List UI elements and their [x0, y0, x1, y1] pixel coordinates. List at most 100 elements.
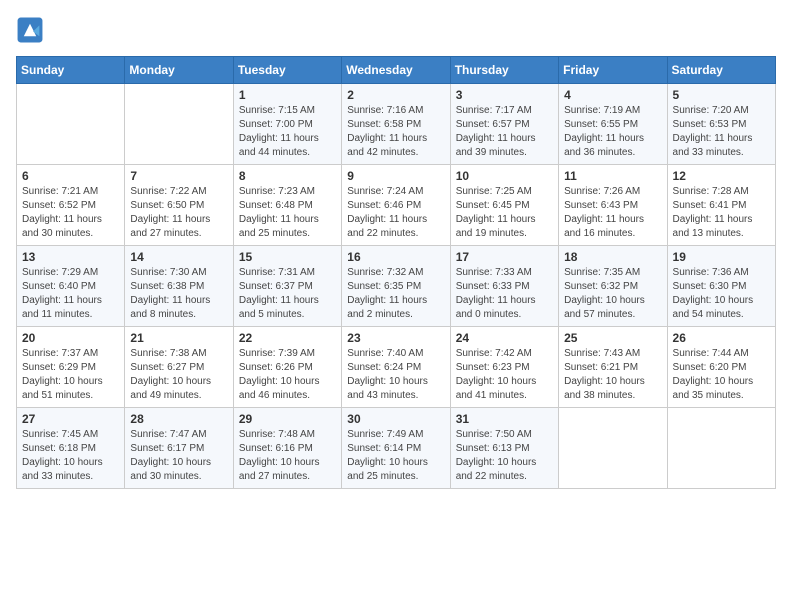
day-info: Sunrise: 7:29 AM Sunset: 6:40 PM Dayligh… [22, 266, 119, 322]
day-number: 5 [673, 88, 770, 102]
day-info: Sunrise: 7:36 AM Sunset: 6:30 PM Dayligh… [673, 266, 770, 322]
day-info: Sunrise: 7:24 AM Sunset: 6:46 PM Dayligh… [347, 185, 444, 241]
day-number: 30 [347, 412, 444, 426]
page-header [16, 16, 776, 44]
calendar-cell: 5 Sunrise: 7:20 AM Sunset: 6:53 PM Daylig… [667, 84, 775, 165]
day-number: 20 [22, 331, 119, 345]
day-info: Sunrise: 7:28 AM Sunset: 6:41 PM Dayligh… [673, 185, 770, 241]
calendar-cell [559, 408, 667, 489]
day-number: 13 [22, 250, 119, 264]
calendar-week-5: 27 Sunrise: 7:45 AM Sunset: 6:18 PM Dayli… [17, 408, 776, 489]
calendar-cell: 27 Sunrise: 7:45 AM Sunset: 6:18 PM Dayli… [17, 408, 125, 489]
day-number: 27 [22, 412, 119, 426]
day-number: 17 [456, 250, 553, 264]
day-number: 16 [347, 250, 444, 264]
day-info: Sunrise: 7:44 AM Sunset: 6:20 PM Dayligh… [673, 347, 770, 403]
calendar-cell: 11 Sunrise: 7:26 AM Sunset: 6:43 PM Dayli… [559, 165, 667, 246]
day-number: 23 [347, 331, 444, 345]
column-header-saturday: Saturday [667, 57, 775, 84]
day-info: Sunrise: 7:50 AM Sunset: 6:13 PM Dayligh… [456, 428, 553, 484]
day-number: 12 [673, 169, 770, 183]
day-number: 28 [130, 412, 227, 426]
day-info: Sunrise: 7:19 AM Sunset: 6:55 PM Dayligh… [564, 104, 661, 160]
calendar-cell: 25 Sunrise: 7:43 AM Sunset: 6:21 PM Dayli… [559, 327, 667, 408]
day-number: 10 [456, 169, 553, 183]
calendar-cell: 29 Sunrise: 7:48 AM Sunset: 6:16 PM Dayli… [233, 408, 341, 489]
day-number: 22 [239, 331, 336, 345]
day-info: Sunrise: 7:48 AM Sunset: 6:16 PM Dayligh… [239, 428, 336, 484]
calendar-cell [17, 84, 125, 165]
day-number: 1 [239, 88, 336, 102]
day-info: Sunrise: 7:49 AM Sunset: 6:14 PM Dayligh… [347, 428, 444, 484]
day-info: Sunrise: 7:33 AM Sunset: 6:33 PM Dayligh… [456, 266, 553, 322]
calendar-cell: 20 Sunrise: 7:37 AM Sunset: 6:29 PM Dayli… [17, 327, 125, 408]
day-info: Sunrise: 7:47 AM Sunset: 6:17 PM Dayligh… [130, 428, 227, 484]
calendar-cell: 3 Sunrise: 7:17 AM Sunset: 6:57 PM Daylig… [450, 84, 558, 165]
column-header-sunday: Sunday [17, 57, 125, 84]
day-info: Sunrise: 7:20 AM Sunset: 6:53 PM Dayligh… [673, 104, 770, 160]
day-info: Sunrise: 7:26 AM Sunset: 6:43 PM Dayligh… [564, 185, 661, 241]
day-number: 18 [564, 250, 661, 264]
calendar-header-row: SundayMondayTuesdayWednesdayThursdayFrid… [17, 57, 776, 84]
day-number: 2 [347, 88, 444, 102]
day-info: Sunrise: 7:16 AM Sunset: 6:58 PM Dayligh… [347, 104, 444, 160]
column-header-thursday: Thursday [450, 57, 558, 84]
day-info: Sunrise: 7:37 AM Sunset: 6:29 PM Dayligh… [22, 347, 119, 403]
calendar-cell: 17 Sunrise: 7:33 AM Sunset: 6:33 PM Dayli… [450, 246, 558, 327]
day-info: Sunrise: 7:21 AM Sunset: 6:52 PM Dayligh… [22, 185, 119, 241]
calendar-cell: 19 Sunrise: 7:36 AM Sunset: 6:30 PM Dayli… [667, 246, 775, 327]
day-number: 31 [456, 412, 553, 426]
column-header-wednesday: Wednesday [342, 57, 450, 84]
calendar-cell: 26 Sunrise: 7:44 AM Sunset: 6:20 PM Dayli… [667, 327, 775, 408]
column-header-tuesday: Tuesday [233, 57, 341, 84]
day-info: Sunrise: 7:38 AM Sunset: 6:27 PM Dayligh… [130, 347, 227, 403]
day-info: Sunrise: 7:23 AM Sunset: 6:48 PM Dayligh… [239, 185, 336, 241]
day-number: 3 [456, 88, 553, 102]
day-number: 7 [130, 169, 227, 183]
calendar-cell: 13 Sunrise: 7:29 AM Sunset: 6:40 PM Dayli… [17, 246, 125, 327]
calendar-cell: 10Sunrise: 7:25 AM Sunset: 6:45 PM Dayli… [450, 165, 558, 246]
day-info: Sunrise: 7:17 AM Sunset: 6:57 PM Dayligh… [456, 104, 553, 160]
day-info: Sunrise: 7:45 AM Sunset: 6:18 PM Dayligh… [22, 428, 119, 484]
day-number: 6 [22, 169, 119, 183]
day-info: Sunrise: 7:32 AM Sunset: 6:35 PM Dayligh… [347, 266, 444, 322]
day-info: Sunrise: 7:43 AM Sunset: 6:21 PM Dayligh… [564, 347, 661, 403]
logo-icon [16, 16, 44, 44]
day-number: 14 [130, 250, 227, 264]
day-number: 25 [564, 331, 661, 345]
day-number: 24 [456, 331, 553, 345]
calendar-cell: 1Sunrise: 7:15 AM Sunset: 7:00 PM Daylig… [233, 84, 341, 165]
calendar-cell: 22 Sunrise: 7:39 AM Sunset: 6:26 PM Dayli… [233, 327, 341, 408]
calendar-cell [125, 84, 233, 165]
calendar-cell: 15Sunrise: 7:31 AM Sunset: 6:37 PM Dayli… [233, 246, 341, 327]
calendar-cell: 14Sunrise: 7:30 AM Sunset: 6:38 PM Dayli… [125, 246, 233, 327]
calendar-cell: 6 Sunrise: 7:21 AM Sunset: 6:52 PM Daylig… [17, 165, 125, 246]
calendar-cell: 30 Sunrise: 7:49 AM Sunset: 6:14 PM Dayli… [342, 408, 450, 489]
column-header-friday: Friday [559, 57, 667, 84]
day-number: 21 [130, 331, 227, 345]
calendar-cell: 21 Sunrise: 7:38 AM Sunset: 6:27 PM Dayli… [125, 327, 233, 408]
day-number: 8 [239, 169, 336, 183]
calendar-cell: 23 Sunrise: 7:40 AM Sunset: 6:24 PM Dayli… [342, 327, 450, 408]
calendar-cell: 31 Sunrise: 7:50 AM Sunset: 6:13 PM Dayli… [450, 408, 558, 489]
day-info: Sunrise: 7:22 AM Sunset: 6:50 PM Dayligh… [130, 185, 227, 241]
calendar-table: SundayMondayTuesdayWednesdayThursdayFrid… [16, 56, 776, 489]
day-number: 9 [347, 169, 444, 183]
day-info: Sunrise: 7:40 AM Sunset: 6:24 PM Dayligh… [347, 347, 444, 403]
day-number: 11 [564, 169, 661, 183]
day-number: 4 [564, 88, 661, 102]
calendar-cell: 24Sunrise: 7:42 AM Sunset: 6:23 PM Dayli… [450, 327, 558, 408]
calendar-week-4: 20 Sunrise: 7:37 AM Sunset: 6:29 PM Dayli… [17, 327, 776, 408]
day-info: Sunrise: 7:35 AM Sunset: 6:32 PM Dayligh… [564, 266, 661, 322]
day-number: 15 [239, 250, 336, 264]
calendar-cell: 7 Sunrise: 7:22 AM Sunset: 6:50 PM Daylig… [125, 165, 233, 246]
calendar-cell: 4 Sunrise: 7:19 AM Sunset: 6:55 PM Daylig… [559, 84, 667, 165]
day-number: 29 [239, 412, 336, 426]
calendar-week-3: 13 Sunrise: 7:29 AM Sunset: 6:40 PM Dayli… [17, 246, 776, 327]
calendar-cell: 8 Sunrise: 7:23 AM Sunset: 6:48 PM Daylig… [233, 165, 341, 246]
calendar-cell: 12 Sunrise: 7:28 AM Sunset: 6:41 PM Dayli… [667, 165, 775, 246]
day-number: 26 [673, 331, 770, 345]
day-number: 19 [673, 250, 770, 264]
day-info: Sunrise: 7:39 AM Sunset: 6:26 PM Dayligh… [239, 347, 336, 403]
calendar-week-1: 1Sunrise: 7:15 AM Sunset: 7:00 PM Daylig… [17, 84, 776, 165]
